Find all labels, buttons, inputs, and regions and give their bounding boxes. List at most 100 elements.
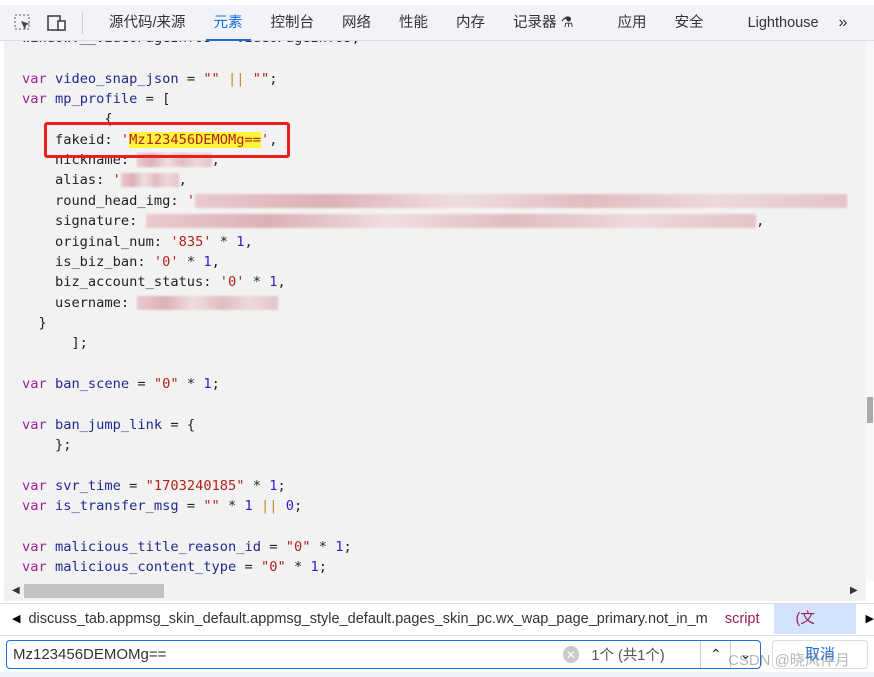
code-line: signature: ,	[22, 211, 764, 231]
code-line: is_biz_ban: '0' * 1,	[22, 252, 220, 272]
code-token: ;	[343, 538, 352, 555]
code-token: var	[22, 416, 55, 433]
code-token: 1	[244, 498, 253, 515]
tab-label: Lighthouse	[747, 14, 819, 31]
tab-6[interactable]: 记录器 ⚗	[499, 5, 588, 41]
code-token: *	[211, 233, 237, 250]
code-token: video_snap_json	[54, 70, 179, 87]
scroll-left-icon[interactable]: ◀	[12, 585, 20, 596]
code-token: =	[178, 70, 204, 87]
tab-5[interactable]: 内存	[442, 5, 499, 41]
match-count: 1个 (共1个)	[591, 648, 665, 664]
code-line: window.__videoPageInfos = videoPageInfos…	[22, 41, 360, 48]
watermark: CSDN @晓风伴月	[728, 652, 850, 669]
code-line: username:	[22, 293, 278, 313]
code-token: var	[22, 375, 55, 392]
redacted-text	[145, 214, 757, 229]
code-token: *	[285, 559, 311, 576]
code-token: ;	[277, 477, 286, 494]
code-token: =	[120, 477, 146, 494]
tab-8[interactable]: 安全	[661, 5, 718, 41]
code-token: = [	[137, 91, 171, 108]
tab-9[interactable]: Lighthouse	[734, 5, 833, 41]
code-line: alias: ',	[22, 170, 187, 190]
code-token: 0	[285, 498, 294, 515]
code-token: =	[129, 375, 154, 392]
code-token: =	[236, 559, 261, 576]
bottom-strip	[0, 672, 874, 677]
code-token: '0'	[153, 253, 179, 270]
tab-0[interactable]: 源代码/来源	[95, 5, 200, 41]
tab-label: 安全	[674, 14, 704, 31]
inspect-element-icon[interactable]	[12, 12, 34, 34]
code-token: 1	[269, 274, 278, 291]
code-token: '	[186, 192, 196, 209]
tab-label: 应用	[617, 14, 647, 31]
code-token: ,	[756, 213, 765, 230]
code-line: round_head_img: '	[22, 191, 847, 211]
toolbar-divider	[82, 11, 83, 34]
breadcrumb-script[interactable]: script	[725, 611, 760, 627]
device-toolbar-icon[interactable]	[46, 12, 68, 34]
tab-list: 源代码/来源 元素 控制台 网络 性能 内存 记录器 ⚗ 应用 安全 Lighthouse	[95, 5, 833, 41]
tab-7[interactable]: 应用	[604, 5, 661, 41]
code-token: mp_profile	[54, 91, 138, 108]
search-input[interactable]	[13, 646, 549, 663]
breadcrumb-left-icon[interactable]: ◀	[12, 612, 20, 625]
code-line: var is_transfer_msg = "" * 1 || 0;	[22, 496, 302, 516]
code-line: }	[22, 313, 46, 333]
vertical-scrollbar[interactable]	[866, 41, 874, 581]
breadcrumb-text-node[interactable]: (文本)	[773, 603, 856, 657]
redacted-text	[195, 193, 847, 208]
code-token: =	[260, 538, 286, 555]
code-token: ""	[203, 498, 220, 515]
code-token: ;	[318, 559, 327, 576]
code-token: 1	[310, 559, 319, 576]
tab-label: 记录器	[513, 14, 557, 31]
breadcrumb-right-icon[interactable]: ▶	[866, 612, 874, 625]
code-token: ;	[269, 70, 278, 87]
code-token: ,	[211, 253, 220, 270]
previous-match-button[interactable]: ⌃	[700, 641, 730, 668]
code-token: ;	[294, 498, 303, 515]
code-token: round_head_img:	[22, 192, 187, 209]
scroll-right-icon[interactable]: ▶	[850, 585, 858, 596]
tab-2[interactable]: 控制台	[257, 5, 329, 41]
code-token: ban_jump_link	[54, 416, 163, 433]
code-line: var malicious_title_reason_id = "0" * 1;	[22, 537, 352, 557]
code-token: var	[22, 91, 55, 108]
code-line: biz_account_status: '0' * 1,	[22, 272, 286, 292]
code-token: alias:	[22, 172, 113, 189]
code-token: ||	[252, 498, 286, 515]
clear-search-icon[interactable]: ✕	[562, 646, 580, 663]
code-token: = {	[162, 416, 196, 433]
code-token: ban_scene	[54, 375, 130, 392]
code-token: ,	[178, 172, 187, 189]
code-line: ];	[22, 333, 88, 353]
code-line: var ban_jump_link = {	[22, 415, 195, 435]
horizontal-scrollbar-thumb[interactable]	[24, 584, 164, 598]
code-token: var	[22, 498, 55, 515]
tab-label: 性能	[399, 14, 429, 31]
code-token: is_transfer_msg	[54, 498, 179, 515]
code-token: original_num:	[22, 233, 171, 250]
code-token: *	[219, 498, 245, 515]
search-field[interactable]: ✕ 1个 (共1个) ⌃ ⌄	[6, 640, 761, 669]
code-token: malicious_content_type	[54, 559, 237, 576]
code-line: var ban_scene = "0" * 1;	[22, 374, 220, 394]
more-tabs-icon[interactable]: »	[833, 5, 854, 41]
code-token: signature:	[22, 213, 146, 230]
tab-1[interactable]: 元素	[200, 5, 257, 41]
code-line: };	[22, 435, 72, 455]
tab-4[interactable]: 性能	[385, 5, 442, 41]
horizontal-scrollbar[interactable]: ◀ ▶	[4, 581, 866, 601]
vertical-scrollbar-thumb[interactable]	[867, 397, 873, 423]
tab-label: 元素	[213, 14, 243, 31]
code-token: var	[22, 477, 55, 494]
tab-label: 源代码/来源	[109, 14, 186, 31]
code-token: =	[178, 498, 204, 515]
redacted-text	[137, 295, 278, 310]
tab-3[interactable]: 网络	[328, 5, 385, 41]
code-token: "0"	[285, 538, 311, 555]
breadcrumb-path[interactable]: discuss_tab.appmsg_skin_default.appmsg_s…	[28, 611, 706, 627]
